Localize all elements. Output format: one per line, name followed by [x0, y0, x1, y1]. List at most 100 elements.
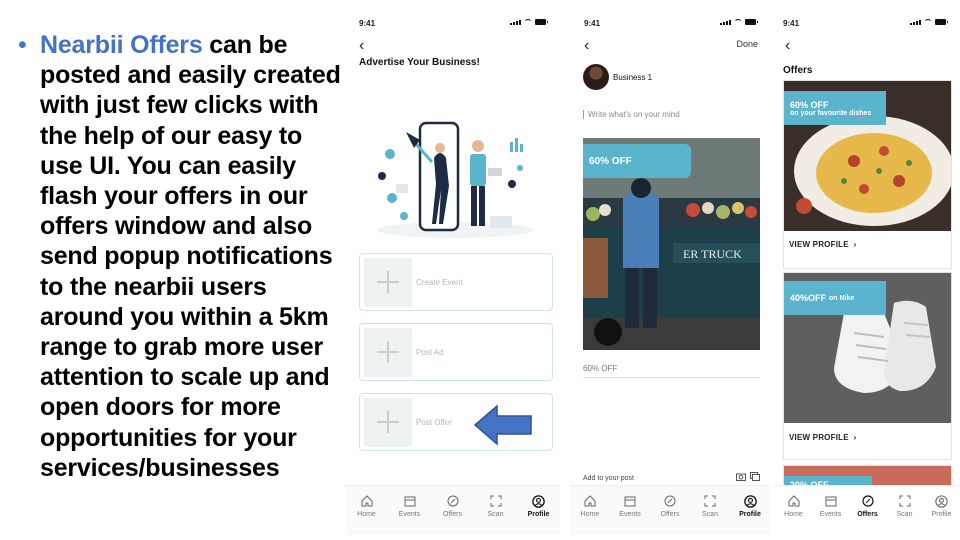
tab-offers[interactable]: Offers — [650, 494, 690, 518]
tab-events[interactable]: Events — [390, 494, 430, 518]
tab-label: Profile — [527, 511, 550, 518]
view-profile-link[interactable]: VIEW PROFILE › — [789, 433, 856, 442]
calendar-icon — [623, 494, 637, 508]
page-title: Advertise Your Business! — [359, 57, 480, 68]
calendar-icon — [403, 494, 417, 508]
tab-label: Offers — [857, 511, 878, 518]
wifi-icon — [924, 19, 932, 25]
status-icons — [510, 19, 548, 25]
plus-icon — [364, 258, 412, 307]
camera-icon[interactable] — [736, 472, 746, 481]
tab-events[interactable]: Events — [812, 494, 849, 518]
wifi-icon — [524, 19, 532, 25]
status-bar: 9:41 — [775, 10, 960, 30]
offer-image: 40%OFF on Nike — [784, 273, 951, 423]
offer-badge: 60% OFF on your favourite dishes — [784, 91, 886, 125]
create-post-screen: 9:41 ‹ Done Business 1 Write what's on y… — [570, 10, 770, 535]
offer-badge: 60% OFF — [583, 144, 691, 178]
description-body: can be posted and easily created with ju… — [40, 31, 341, 482]
offers-icon — [663, 494, 677, 508]
tab-label: Home — [580, 511, 600, 518]
signal-icon — [720, 20, 731, 25]
offer-card[interactable]: 40%OFF on Nike VIEW PROFILE › — [783, 272, 952, 460]
offer-badge-main: 40%OFF — [790, 293, 827, 303]
battery-icon — [535, 19, 548, 25]
bullet-dot: • — [18, 31, 27, 59]
tab-label: Profile — [931, 511, 952, 518]
offers-screen: 9:41 ‹ Offers 60% OFF on your favourite … — [775, 10, 960, 535]
tab-label: Scan — [487, 511, 504, 518]
offer-card[interactable]: 60% OFF on your favourite dishes VIEW PR… — [783, 80, 952, 269]
battery-icon — [935, 19, 948, 25]
post-caption: 60% OFF — [583, 364, 618, 373]
home-icon — [787, 494, 801, 508]
tab-profile[interactable]: Profile — [519, 494, 559, 518]
bottom-nav: Home Events Offers Scan Profile — [345, 485, 560, 535]
tab-label: Events — [619, 511, 641, 518]
scan-icon — [703, 494, 717, 508]
tab-label: Offers — [443, 511, 462, 518]
tab-scan[interactable]: Scan — [886, 494, 923, 518]
status-icons — [910, 19, 948, 25]
post-image: ER TRUCK 60% OFF — [583, 138, 760, 350]
signal-icon — [910, 20, 921, 25]
tab-profile[interactable]: Profile — [730, 494, 770, 518]
offer-image: 60% OFF on your favourite dishes — [784, 81, 951, 231]
create-event-card[interactable]: Create Event — [359, 253, 553, 311]
status-icons — [720, 19, 758, 25]
tab-home[interactable]: Home — [570, 494, 610, 518]
offer-badge-sub: on Nike — [829, 294, 855, 302]
back-icon[interactable]: ‹ — [359, 38, 364, 54]
tab-scan[interactable]: Scan — [476, 494, 516, 518]
tab-label: Profile — [739, 511, 761, 518]
status-time: 9:41 — [584, 19, 601, 28]
brand-highlight: Nearbii Offers — [40, 31, 203, 59]
home-icon — [583, 494, 597, 508]
tab-label: Home — [784, 511, 803, 518]
tab-home[interactable]: Home — [347, 494, 387, 518]
description-bullet: • Nearbii Offers can be posted and easil… — [18, 30, 348, 483]
tab-offers[interactable]: Offers — [849, 494, 886, 518]
done-button[interactable]: Done — [736, 39, 758, 49]
status-bar: 9:41 — [345, 10, 560, 30]
gallery-icon[interactable] — [750, 472, 760, 481]
bottom-nav: Home Events Offers Scan Profile — [570, 485, 770, 535]
post-text-input[interactable]: Write what's on your mind — [583, 110, 680, 119]
offers-icon — [861, 494, 875, 508]
profile-icon — [743, 494, 757, 508]
view-profile-link[interactable]: VIEW PROFILE › — [789, 240, 856, 249]
post-ad-label: Post Ad — [416, 348, 444, 357]
scan-icon — [489, 494, 503, 508]
tab-label: Events — [819, 511, 842, 518]
add-to-post-label: Add to your post — [583, 475, 634, 482]
status-time: 9:41 — [783, 19, 800, 28]
status-time: 9:41 — [359, 19, 376, 28]
plus-icon — [364, 398, 412, 447]
scan-icon — [898, 494, 912, 508]
tab-label: Offers — [660, 511, 680, 518]
tab-events[interactable]: Events — [610, 494, 650, 518]
post-offer-label: Post Offer — [416, 418, 452, 427]
offer-badge-main: 60% OFF — [790, 99, 829, 110]
page-title: Offers — [783, 65, 813, 76]
chevron-right-icon: › — [851, 240, 857, 249]
profile-icon — [935, 494, 949, 508]
pointer-arrow-icon — [473, 404, 532, 446]
post-attachments — [736, 472, 760, 481]
tab-home[interactable]: Home — [775, 494, 812, 518]
tab-scan[interactable]: Scan — [690, 494, 730, 518]
bottom-nav: Home Events Offers Scan Profile — [775, 485, 960, 535]
back-icon[interactable]: ‹ — [785, 38, 790, 54]
offers-icon — [446, 494, 460, 508]
divider — [583, 377, 760, 378]
tab-profile[interactable]: Profile — [923, 494, 960, 518]
business-name: Business 1 — [613, 73, 653, 82]
tab-offers[interactable]: Offers — [433, 494, 473, 518]
post-ad-card[interactable]: Post Ad — [359, 323, 553, 381]
back-icon[interactable]: ‹ — [584, 38, 589, 54]
description-text: Nearbii Offers can be posted and easily … — [40, 30, 348, 483]
plus-icon — [364, 328, 412, 377]
advertising-illustration — [377, 121, 533, 238]
tab-label: Events — [398, 511, 421, 518]
offer-badge: 40%OFF on Nike — [784, 281, 886, 315]
